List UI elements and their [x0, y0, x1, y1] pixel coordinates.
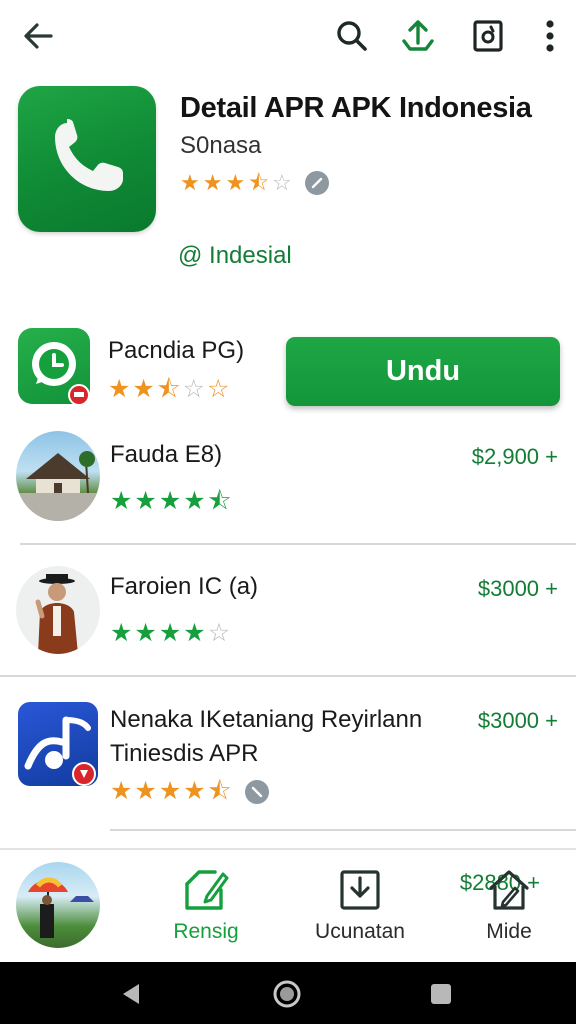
list-item-price: $2,900 + — [471, 444, 558, 469]
list-item-rating: ★ ★ ★ ★ ☆ — [110, 621, 230, 646]
star-icon: ★ — [110, 487, 133, 515]
recents-square-icon — [431, 984, 451, 1004]
ad-badge-icon — [68, 384, 90, 406]
list-item-rating: ★ ★ ★ ★ ⯪ — [110, 777, 270, 805]
list-item-name[interactable]: Faroien IC (a) — [110, 570, 258, 603]
nav-label: Rensig — [173, 920, 239, 943]
nav-label: Ucunatan — [315, 920, 405, 943]
star-icon: ★ — [183, 619, 206, 647]
star-icon: ★ — [180, 170, 200, 195]
list-item-icon[interactable] — [16, 566, 100, 654]
settings-button[interactable] — [464, 12, 512, 60]
star-icon: ★ — [158, 619, 182, 647]
list-item-icon[interactable] — [16, 431, 100, 521]
star-icon: ★ — [183, 487, 206, 515]
app-rating: ★ ★ ★ ⯪ ☆ — [180, 171, 329, 195]
list-item-icon[interactable] — [16, 862, 100, 948]
house-photo-icon — [16, 451, 100, 521]
list-item-price: $3000 + — [477, 708, 558, 733]
app-title: Detail APR APK Indonesia — [180, 92, 532, 124]
system-back-button[interactable] — [116, 979, 146, 1009]
star-half-icon: ⯪ — [207, 777, 232, 805]
tag-edit-icon — [185, 870, 229, 910]
home-edit-icon — [489, 870, 529, 910]
download-icon — [340, 870, 380, 910]
divider — [0, 675, 576, 677]
list-item-name[interactable]: Nenaka IKetaniang Reyirlann — [110, 703, 422, 736]
nav-label: Mide — [486, 920, 532, 943]
star-icon: ★ — [134, 487, 157, 515]
share-upload-icon — [402, 20, 434, 51]
list-item-name[interactable]: Fauda E8) — [110, 438, 222, 471]
bottom-navigation: $2880 + Rensig Ucunatan Mide — [0, 848, 576, 960]
star-icon: ★ — [110, 777, 133, 805]
info-badge-icon — [304, 171, 329, 195]
star-icon: ★ — [158, 487, 182, 515]
system-home-button[interactable] — [272, 979, 302, 1009]
system-navigation-bar — [0, 962, 576, 1024]
app-developer[interactable]: S0nasa — [180, 132, 261, 160]
info-badge-icon — [245, 779, 270, 804]
home-circle-icon — [273, 980, 301, 1008]
search-icon — [337, 21, 367, 51]
divider — [20, 543, 576, 545]
star-half-icon: ⯪ — [207, 487, 232, 515]
star-empty-icon: ☆ — [207, 619, 231, 647]
list-item-rating: ★ ★ ★ ★ ⯪ — [110, 489, 231, 514]
star-icon: ★ — [183, 777, 206, 805]
app-tag[interactable]: @ Indesial — [178, 242, 292, 270]
phone-icon — [55, 119, 123, 191]
star-icon: ★ — [134, 777, 157, 805]
star-outline-icon: ☆ — [206, 375, 230, 403]
install-button[interactable]: Undu — [286, 337, 560, 406]
star-icon: ★ — [134, 619, 157, 647]
star-icon: ★ — [225, 170, 246, 195]
app-icon — [18, 86, 156, 232]
nav-item-rensig[interactable]: Rensig — [151, 868, 261, 944]
nav-item-mide[interactable]: Mide — [454, 868, 564, 944]
star-empty-icon: ☆ — [272, 170, 292, 195]
back-button[interactable] — [14, 12, 62, 60]
star-icon: ★ — [132, 375, 155, 403]
star-icon: ★ — [108, 375, 131, 403]
star-half-icon: ⯪ — [156, 375, 181, 403]
star-half-icon: ⯪ — [248, 170, 270, 195]
arrow-left-icon — [24, 23, 53, 49]
person-photo-icon — [35, 574, 78, 654]
system-recents-button[interactable] — [426, 979, 456, 1009]
nav-item-ucunatan[interactable]: Ucunatan — [305, 868, 415, 944]
more-vertical-icon — [546, 20, 554, 52]
ad-badge-icon — [72, 762, 96, 786]
star-icon: ★ — [202, 170, 223, 195]
umbrella-photo-icon — [28, 877, 94, 938]
star-icon: ★ — [110, 619, 133, 647]
star-empty-icon: ☆ — [182, 375, 205, 403]
star-icon: ★ — [158, 777, 182, 805]
more-button[interactable] — [526, 12, 574, 60]
share-button[interactable] — [394, 12, 442, 60]
list-item-name[interactable]: Pacndia PG) — [108, 334, 244, 367]
list-item-price: $3000 + — [477, 576, 558, 601]
back-triangle-icon — [123, 984, 139, 1004]
list-item-name-line2[interactable]: Tiniesdis APR — [110, 737, 259, 770]
list-item-rating: ★ ★ ⯪ ☆ ☆ — [108, 377, 229, 402]
settings-square-icon — [473, 20, 503, 52]
top-toolbar — [0, 0, 576, 72]
search-button[interactable] — [328, 12, 376, 60]
divider — [110, 829, 576, 831]
